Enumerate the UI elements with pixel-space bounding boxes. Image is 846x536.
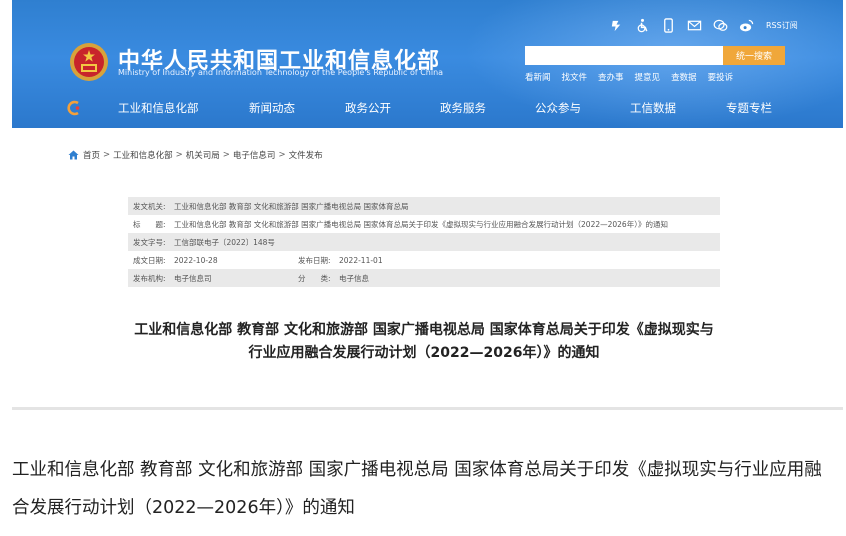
nav-item-open-government[interactable]: 政务公开	[345, 100, 391, 116]
mobile-icon[interactable]	[660, 17, 676, 33]
search-button[interactable]: 统一搜索	[723, 46, 785, 65]
breadcrumb-departments[interactable]: 机关司局	[186, 149, 220, 161]
site-subtitle: Ministry of Industry and Information Tec…	[118, 68, 444, 77]
title-label: 标 题:	[133, 219, 166, 229]
mail-icon[interactable]	[686, 17, 702, 33]
created-date-label: 成文日期:	[133, 255, 166, 265]
nav-item-participation[interactable]: 公众参与	[535, 100, 581, 116]
issuer-label: 发文机关:	[133, 201, 166, 211]
nav-item-topics[interactable]: 专题专栏	[726, 100, 772, 116]
info-row-agency: 发布机构: 电子信息司 分 类: 电子信息	[128, 269, 720, 287]
agency-value: 电子信息司	[174, 273, 212, 283]
published-date-label: 发布日期:	[298, 255, 331, 265]
breadcrumb-file-release[interactable]: 文件发布	[289, 149, 323, 161]
caption-text: 工业和信息化部 教育部 文化和旅游部 国家广播电视总局 国家体育总局关于印发《虚…	[12, 460, 822, 518]
breadcrumb-home[interactable]: 首页	[83, 149, 100, 161]
home-icon	[68, 150, 79, 160]
nav-item-data[interactable]: 工信数据	[630, 100, 676, 116]
breadcrumb-separator: >	[278, 150, 286, 160]
info-row-issuer: 发文机关: 工业和信息化部 教育部 文化和旅游部 国家广播电视总局 国家体育总局	[128, 197, 720, 215]
wheelchair-icon[interactable]	[634, 17, 650, 33]
title-value: 工业和信息化部 教育部 文化和旅游部 国家广播电视总局 国家体育总局关于印发《虚…	[174, 219, 668, 229]
breadcrumb-electronics-dept[interactable]: 电子信息司	[233, 149, 276, 161]
quick-links: 看新闻 找文件 查办事 提意见 查数据 要投诉	[525, 71, 733, 83]
chat-icon[interactable]	[712, 17, 728, 33]
site-header: 中华人民共和国工业和信息化部 Ministry of Industry and …	[12, 0, 843, 128]
category-value: 电子信息	[339, 273, 369, 283]
category-label: 分 类:	[298, 273, 331, 283]
nav-item-miit[interactable]: 工业和信息化部	[118, 100, 199, 116]
weibo-icon[interactable]	[738, 17, 754, 33]
quick-link-files[interactable]: 找文件	[562, 71, 588, 83]
docno-value: 工信部联电子〔2022〕148号	[174, 237, 275, 247]
breadcrumb-separator: >	[222, 150, 230, 160]
quick-link-feedback[interactable]: 提意见	[635, 71, 661, 83]
published-date-value: 2022-11-01	[339, 255, 383, 265]
divider	[12, 407, 843, 410]
nav-item-services[interactable]: 政务服务	[440, 100, 486, 116]
created-date-value: 2022-10-28	[174, 255, 218, 265]
home-logo-icon[interactable]	[65, 99, 83, 117]
issuer-value: 工业和信息化部 教育部 文化和旅游部 国家广播电视总局 国家体育总局	[174, 201, 409, 211]
quick-link-services[interactable]: 查办事	[598, 71, 624, 83]
accessibility-icon[interactable]	[608, 17, 624, 33]
national-emblem-icon	[70, 43, 108, 81]
document-info-table: 发文机关: 工业和信息化部 教育部 文化和旅游部 国家广播电视总局 国家体育总局…	[128, 197, 720, 287]
info-row-title: 标 题: 工业和信息化部 教育部 文化和旅游部 国家广播电视总局 国家体育总局关…	[128, 215, 720, 233]
breadcrumb-miit[interactable]: 工业和信息化部	[113, 149, 173, 161]
breadcrumb: 首页 > 工业和信息化部 > 机关司局 > 电子信息司 > 文件发布	[68, 149, 323, 161]
nav-item-news[interactable]: 新闻动态	[249, 100, 295, 116]
breadcrumb-separator: >	[103, 150, 111, 160]
top-icon-bar: RSS订阅	[608, 17, 798, 33]
quick-link-data[interactable]: 查数据	[671, 71, 697, 83]
document-title: 工业和信息化部 教育部 文化和旅游部 国家广播电视总局 国家体育总局关于印发《虚…	[134, 322, 714, 361]
search-input[interactable]	[525, 46, 723, 65]
quick-link-news[interactable]: 看新闻	[525, 71, 551, 83]
agency-label: 发布机构:	[133, 273, 166, 283]
docno-label: 发文字号:	[133, 237, 166, 247]
breadcrumb-separator: >	[175, 150, 183, 160]
rss-link[interactable]: RSS订阅	[766, 20, 798, 31]
info-row-docno: 发文字号: 工信部联电子〔2022〕148号	[128, 233, 720, 251]
quick-link-complaint[interactable]: 要投诉	[708, 71, 734, 83]
main-nav: 工业和信息化部 新闻动态 政务公开 政务服务 公众参与 工信数据 专题专栏	[12, 90, 843, 124]
info-row-dates: 成文日期: 2022-10-28 发布日期: 2022-11-01	[128, 251, 720, 269]
